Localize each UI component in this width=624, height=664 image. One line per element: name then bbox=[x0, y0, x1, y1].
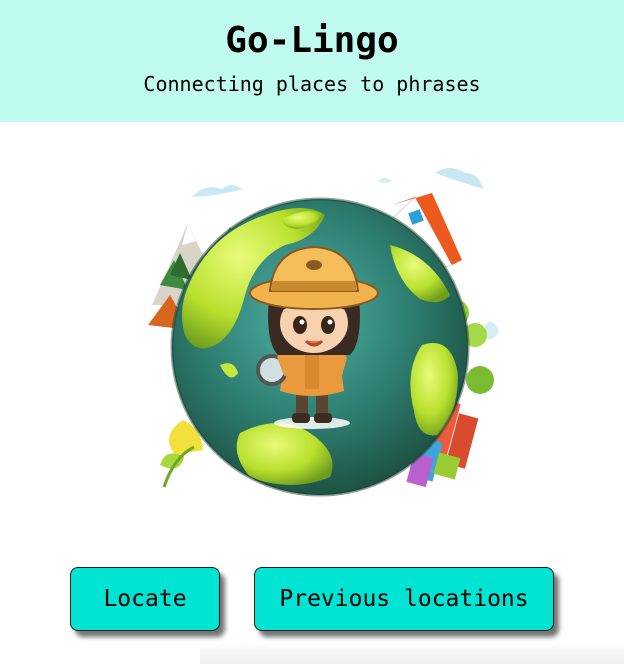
previous-locations-button[interactable]: Previous locations bbox=[254, 567, 554, 631]
app-screen: Go-Lingo Connecting places to phrases Lo… bbox=[0, 0, 624, 664]
app-title: Go-Lingo bbox=[225, 20, 399, 61]
app-subtitle: Connecting places to phrases bbox=[143, 72, 481, 96]
globe-explorer-image bbox=[148, 168, 499, 497]
bottom-shadow bbox=[200, 642, 624, 664]
header: Go-Lingo Connecting places to phrases bbox=[0, 0, 624, 122]
locate-button[interactable]: Locate bbox=[70, 567, 220, 631]
hero-illustration bbox=[130, 165, 510, 515]
